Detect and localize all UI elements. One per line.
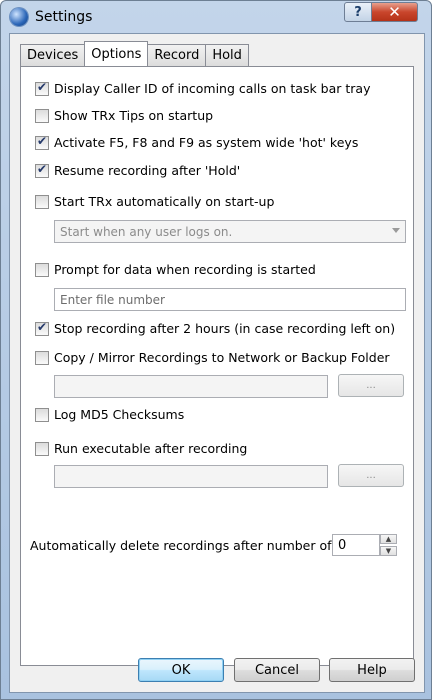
tab-options[interactable]: Options (84, 41, 149, 66)
copy-folder-browse-button[interactable]: ... (338, 374, 404, 397)
window-title: Settings (35, 9, 93, 25)
exe-path-browse-button[interactable]: ... (338, 464, 404, 487)
auto-delete-label: Automatically delete recordings after nu… (30, 538, 366, 553)
auto-start-option[interactable]: Start TRx automatically on start-up (35, 194, 274, 209)
stop-after-checkbox[interactable] (35, 320, 49, 336)
auto-start-checkbox[interactable] (35, 194, 49, 209)
show-tips-checkbox[interactable] (35, 108, 49, 123)
copy-folder-input[interactable] (54, 375, 328, 398)
show-tips-label: Show TRx Tips on startup (54, 108, 214, 123)
auto-start-mode-dropdown[interactable]: Start when any user logs on. (54, 220, 406, 243)
app-icon (10, 8, 28, 26)
help-title-button[interactable]: ? (344, 2, 372, 22)
spin-down-icon[interactable]: ▼ (380, 546, 397, 556)
dialog-client-area: Devices Options Record Hold Display Call… (9, 33, 425, 693)
file-number-placeholder: Enter file number (60, 292, 165, 307)
md5-label: Log MD5 Checksums (54, 407, 185, 422)
copy-mirror-checkbox[interactable] (35, 350, 49, 365)
tab-record[interactable]: Record (147, 44, 207, 66)
title-bar[interactable]: Settings ? ✕ (1, 1, 431, 33)
display-caller-id-label: Display Caller ID of incoming calls on t… (54, 81, 371, 96)
cancel-button[interactable]: Cancel (234, 658, 320, 682)
resume-after-hold-checkbox[interactable] (35, 162, 49, 178)
run-exe-option[interactable]: Run executable after recording (35, 441, 247, 456)
copy-mirror-option[interactable]: Copy / Mirror Recordings to Network or B… (35, 350, 390, 365)
stop-after-option[interactable]: Stop recording after 2 hours (in case re… (35, 320, 396, 336)
md5-option[interactable]: Log MD5 Checksums (35, 407, 184, 422)
auto-delete-spinner: ▲ ▼ (380, 534, 397, 556)
help-button[interactable]: Help (329, 658, 415, 682)
tab-hold[interactable]: Hold (205, 44, 249, 66)
stop-after-label: Stop recording after 2 hours (in case re… (54, 321, 396, 336)
resume-after-hold-option[interactable]: Resume recording after 'Hold' (35, 162, 241, 178)
display-caller-id-checkbox[interactable] (35, 80, 49, 96)
resume-after-hold-label: Resume recording after 'Hold' (54, 163, 241, 178)
run-exe-checkbox[interactable] (35, 441, 49, 456)
close-button[interactable]: ✕ (371, 2, 418, 22)
hot-keys-option[interactable]: Activate F5, F8 and F9 as system wide 'h… (35, 134, 359, 150)
tab-strip: Devices Options Record Hold (20, 41, 249, 66)
options-panel: Display Caller ID of incoming calls on t… (20, 66, 414, 666)
auto-start-label: Start TRx automatically on start-up (54, 194, 275, 209)
file-number-input[interactable]: Enter file number (54, 288, 406, 311)
auto-delete-days-input[interactable]: 0 (332, 534, 380, 556)
tab-devices[interactable]: Devices (20, 44, 86, 66)
md5-checkbox[interactable] (35, 407, 49, 422)
prompt-data-checkbox[interactable] (35, 262, 49, 277)
hot-keys-checkbox[interactable] (35, 134, 49, 150)
settings-window: Settings ? ✕ Devices Options Record Hold… (0, 0, 432, 700)
chevron-down-icon (392, 228, 400, 233)
ok-button[interactable]: OK (138, 658, 224, 682)
prompt-data-label: Prompt for data when recording is starte… (54, 262, 316, 277)
copy-mirror-label: Copy / Mirror Recordings to Network or B… (54, 350, 390, 365)
exe-path-input[interactable] (54, 465, 328, 488)
run-exe-label: Run executable after recording (54, 441, 248, 456)
show-tips-option[interactable]: Show TRx Tips on startup (35, 108, 213, 123)
spin-up-icon[interactable]: ▲ (380, 534, 397, 544)
display-caller-id-option[interactable]: Display Caller ID of incoming calls on t… (35, 80, 371, 96)
auto-start-mode-value: Start when any user logs on. (60, 224, 233, 239)
hot-keys-label: Activate F5, F8 and F9 as system wide 'h… (54, 135, 359, 150)
prompt-data-option[interactable]: Prompt for data when recording is starte… (35, 262, 316, 277)
